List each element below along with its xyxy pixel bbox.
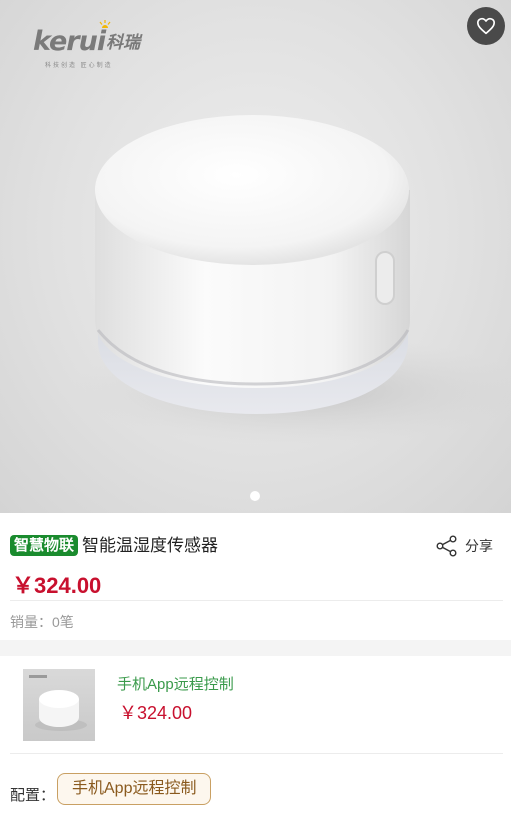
config-option-chip[interactable]: 手机App远程控制 bbox=[57, 773, 212, 805]
sku-thumbnail-image bbox=[29, 675, 87, 731]
logo-cn: 科瑞 bbox=[106, 33, 141, 53]
product-price: ￥324.00 bbox=[12, 573, 102, 598]
sku-name[interactable]: 手机App远程控制 bbox=[117, 673, 234, 694]
share-label: 分享 bbox=[465, 538, 493, 554]
product-image bbox=[70, 115, 511, 445]
sku-thumbnail[interactable] bbox=[23, 669, 95, 741]
carousel-indicator-dot[interactable] bbox=[250, 491, 260, 501]
config-label: 配置： bbox=[10, 787, 56, 804]
favorite-button[interactable] bbox=[467, 7, 505, 45]
share-button[interactable]: 分享 bbox=[435, 534, 493, 558]
product-title-row: 智慧物联 智能温湿度传感器 分享 bbox=[10, 534, 500, 558]
logo-word: kerui bbox=[33, 26, 106, 57]
divider bbox=[10, 753, 503, 754]
sales-count: 销量：0笔 bbox=[10, 614, 74, 630]
divider bbox=[10, 600, 503, 601]
product-title: 智能温湿度传感器 bbox=[82, 536, 218, 555]
category-tag: 智慧物联 bbox=[10, 535, 79, 556]
product-image-carousel[interactable]: kerui科瑞 科技创造 匠心制造 bbox=[0, 0, 511, 513]
section-gap bbox=[0, 640, 511, 656]
brand-logo: kerui科瑞 科技创造 匠心制造 bbox=[33, 20, 141, 69]
share-icon bbox=[436, 535, 457, 557]
sun-logo-icon bbox=[99, 20, 111, 28]
logo-tagline: 科技创造 匠心制造 bbox=[45, 63, 113, 69]
heart-icon bbox=[477, 17, 495, 35]
sku-price: ￥324.00 bbox=[119, 703, 193, 723]
